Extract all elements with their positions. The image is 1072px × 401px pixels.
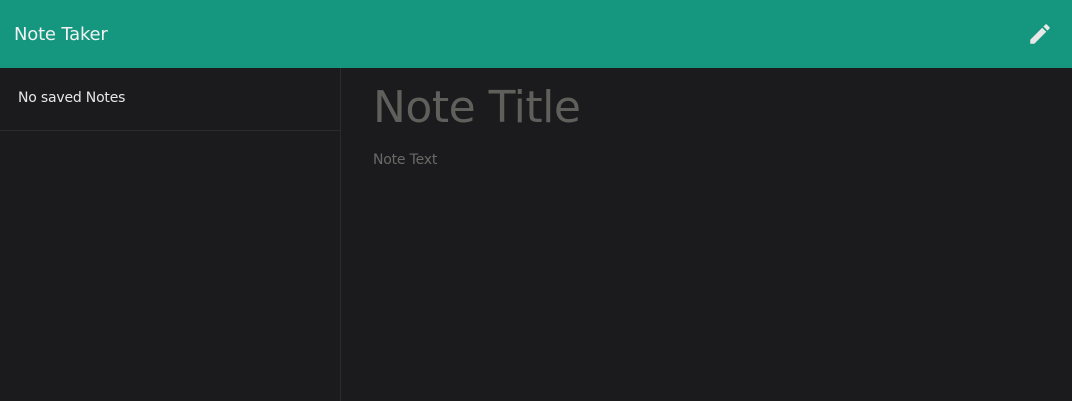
top-navbar: Note Taker xyxy=(0,0,1072,68)
pencil-icon xyxy=(1030,24,1050,44)
new-note-button[interactable] xyxy=(1020,14,1060,54)
note-text-area[interactable] xyxy=(373,152,1033,382)
main-content: No saved Notes xyxy=(0,68,1072,401)
list-item-label: No saved Notes xyxy=(18,90,126,106)
note-title-input[interactable] xyxy=(373,74,1033,140)
app-title-link[interactable]: Note Taker xyxy=(14,24,108,45)
note-editor xyxy=(341,68,1072,401)
note-list: No saved Notes xyxy=(0,68,340,131)
list-item[interactable]: No saved Notes xyxy=(0,68,340,131)
notes-sidebar: No saved Notes xyxy=(0,68,341,401)
